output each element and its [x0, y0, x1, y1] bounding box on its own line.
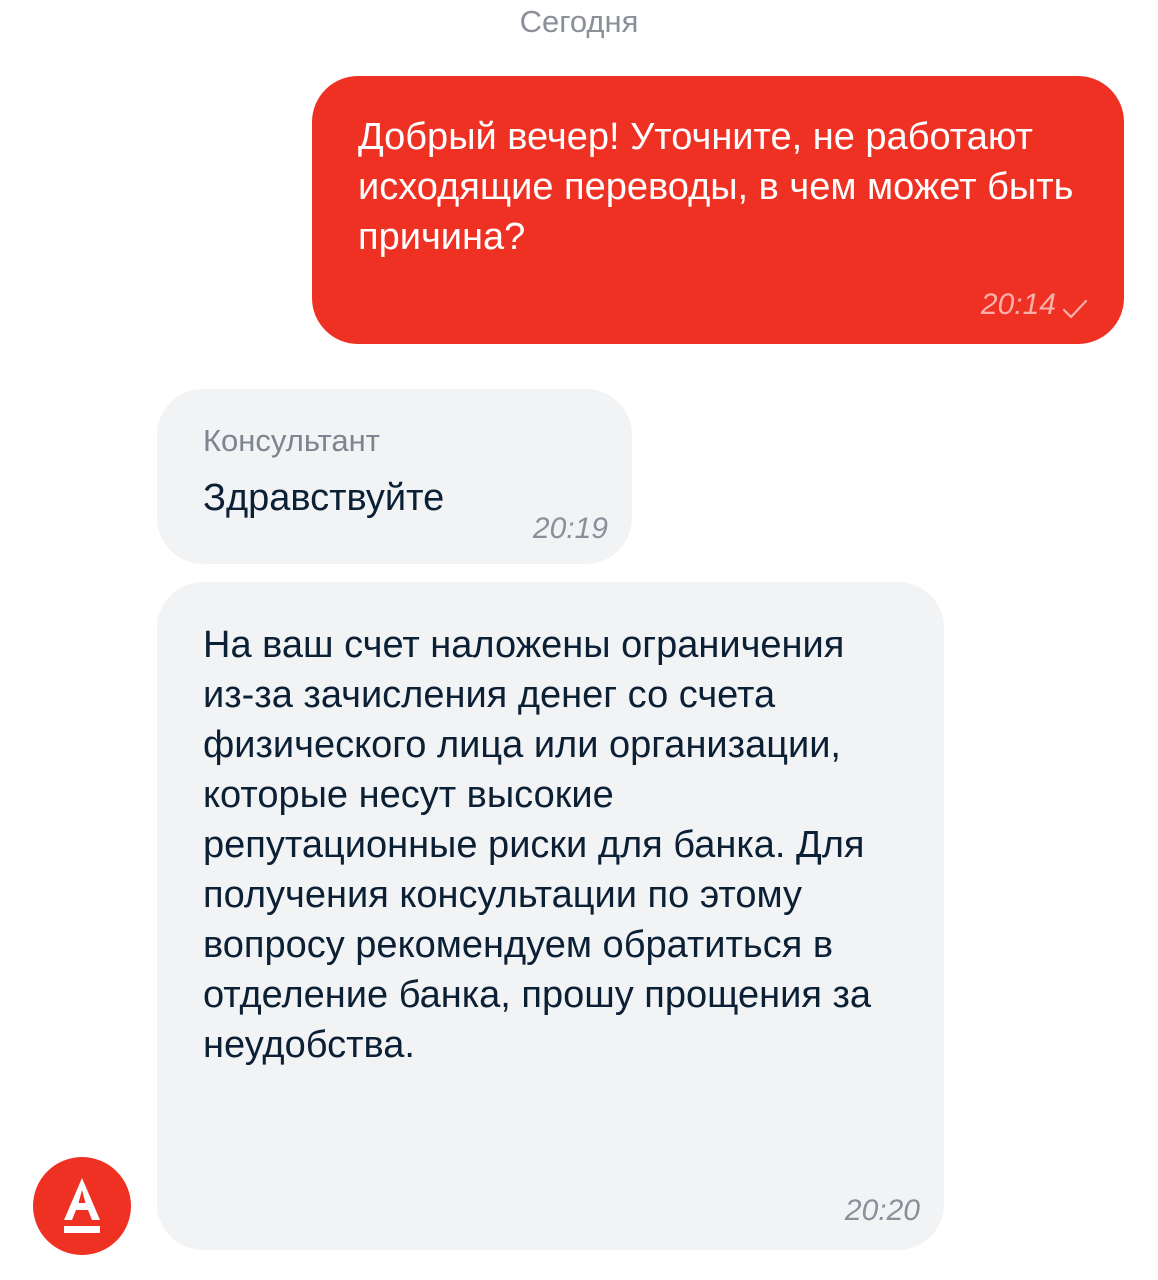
message-time: 20:14 [980, 288, 1056, 321]
message-meta: 20:20 [845, 1194, 920, 1228]
incoming-message[interactable]: Консультант Здравствуйте 20:19 [157, 389, 632, 564]
incoming-message[interactable]: На ваш счет наложены ограничения из-за з… [157, 582, 944, 1250]
outgoing-message[interactable]: Добрый вечер! Уточните, не работают исхо… [312, 76, 1124, 344]
message-meta: 20:19 [533, 512, 608, 546]
check-icon [1062, 294, 1088, 319]
sender-name: Консультант [203, 423, 380, 458]
bank-logo-icon[interactable] [33, 1157, 131, 1255]
logo-letter-icon [64, 1178, 100, 1233]
message-time: 20:20 [844, 1194, 920, 1227]
message-text: Добрый вечер! Уточните, не работают исхо… [358, 116, 1074, 258]
message-meta: 20:14 [981, 288, 1088, 322]
date-separator: Сегодня [519, 4, 639, 39]
message-text: На ваш счет наложены ограничения из-за з… [203, 624, 872, 1066]
message-text: Здравствуйте [203, 477, 445, 519]
message-time: 20:19 [532, 512, 608, 545]
